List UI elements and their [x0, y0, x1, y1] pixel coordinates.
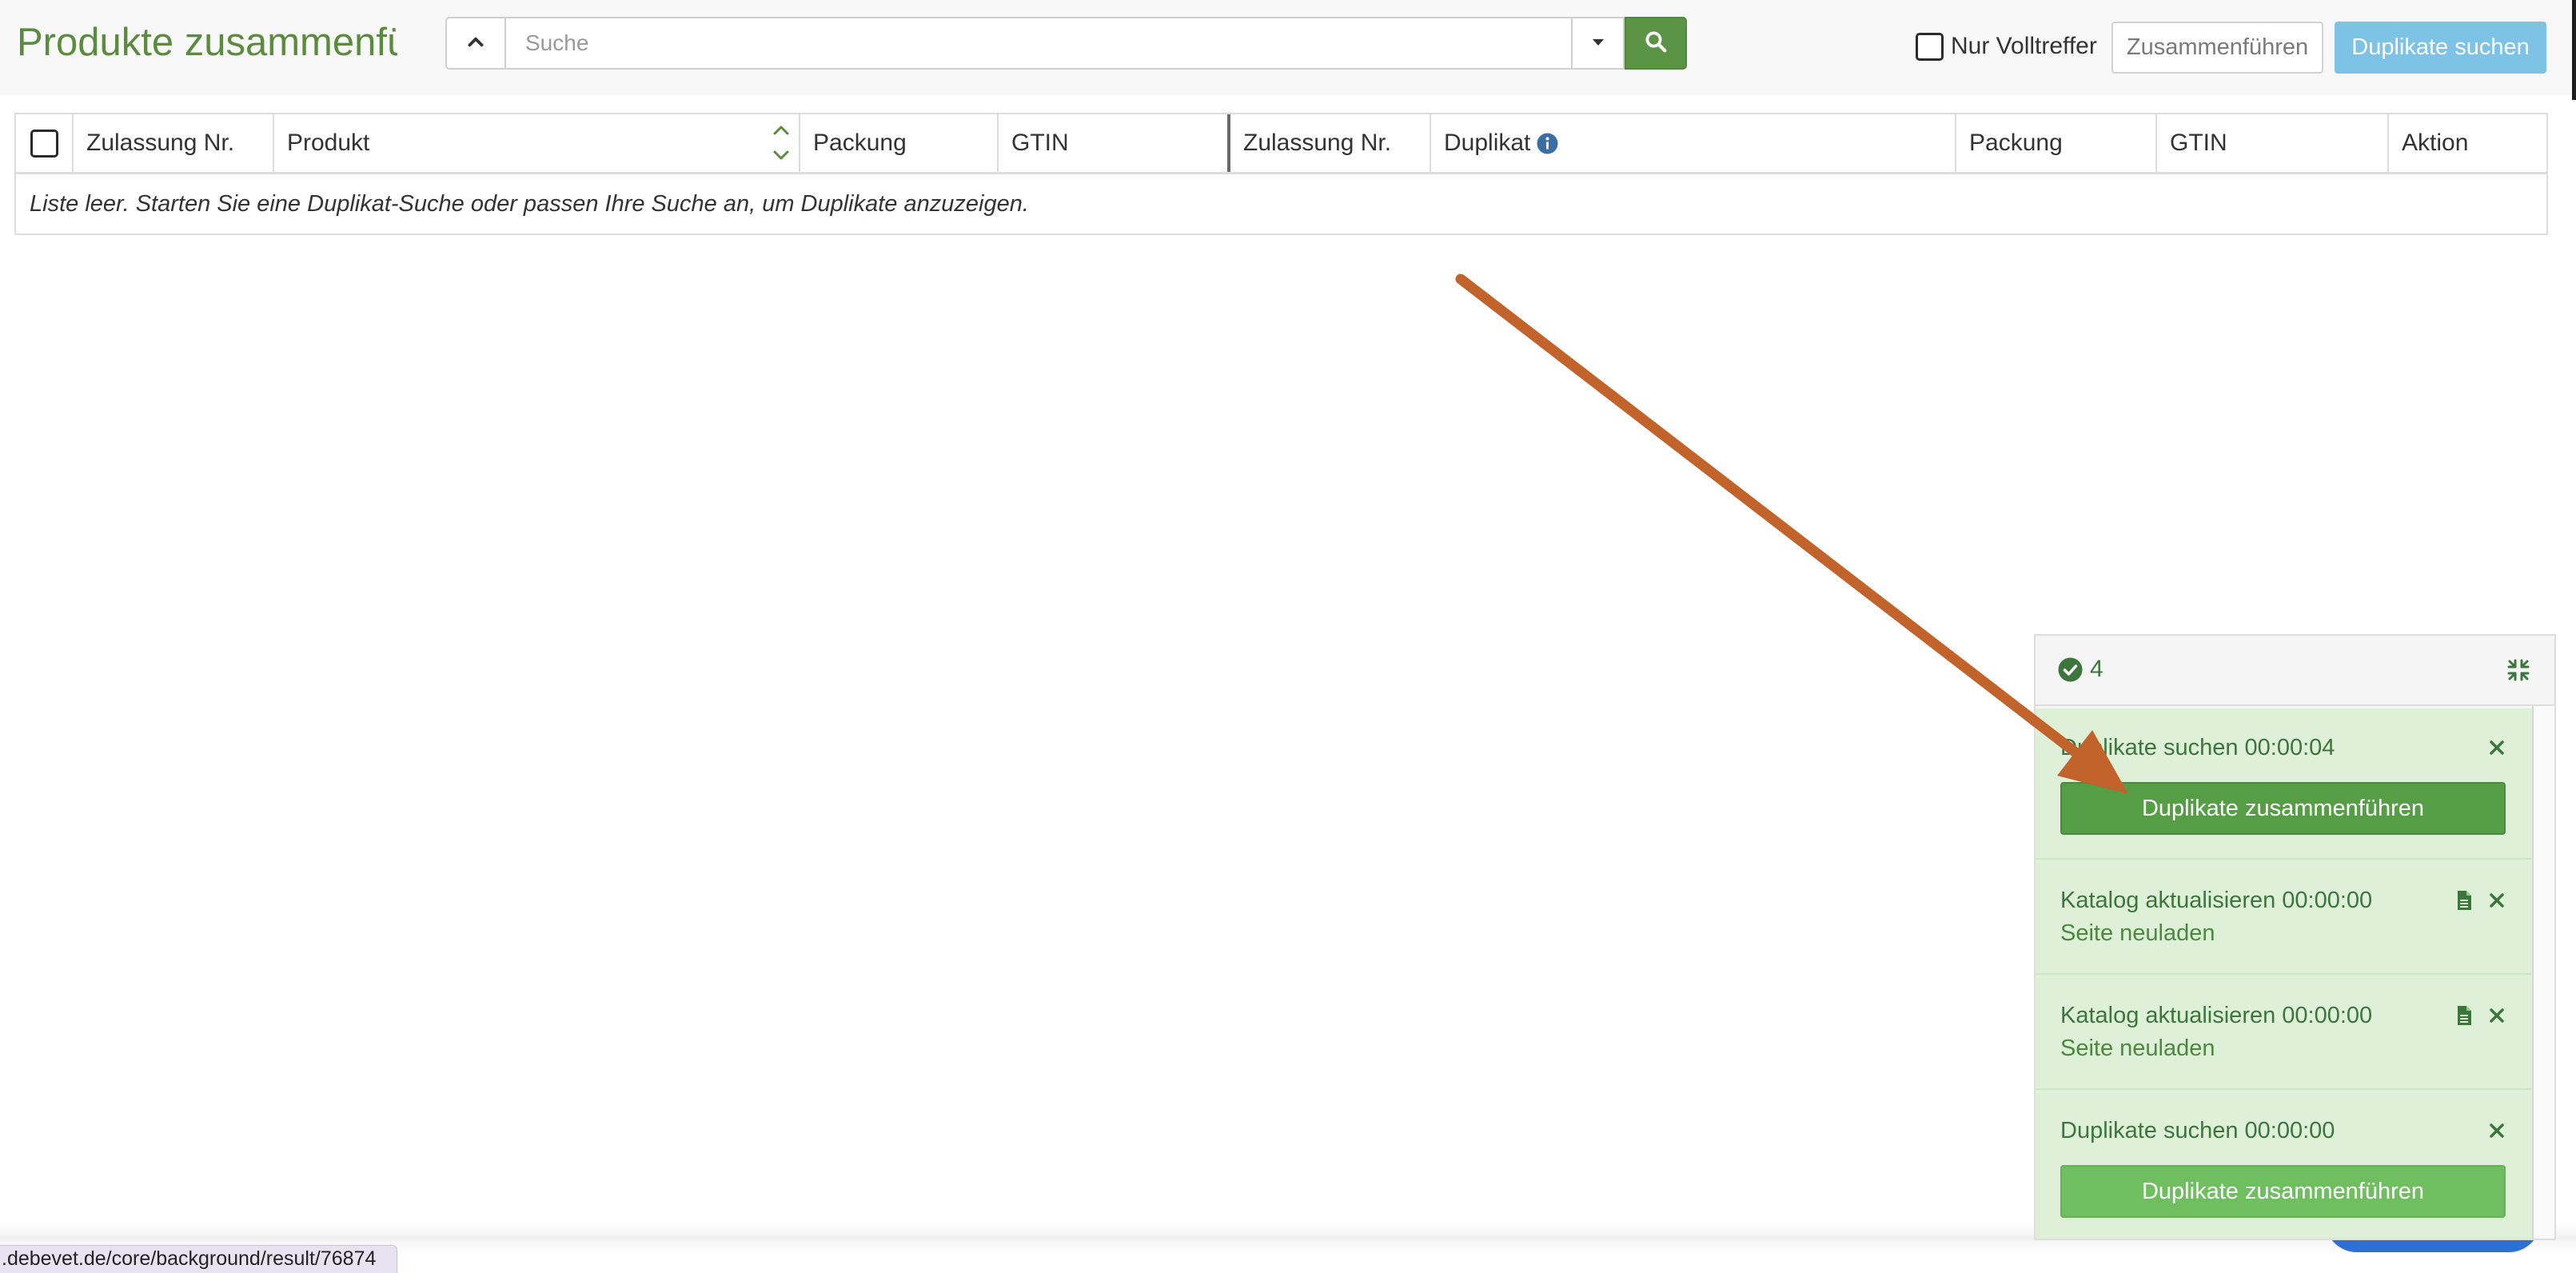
column-header-gtin[interactable]: GTIN [999, 114, 1230, 172]
column-header-approval-number[interactable]: Zulassung Nr. [74, 114, 274, 172]
column-label: Zulassung Nr. [86, 130, 235, 156]
job-title: Katalog aktualisieren 00:00:00 [2060, 1003, 2373, 1028]
column-label: Packung [813, 130, 907, 156]
column-label: Aktion [2402, 130, 2469, 156]
only-exact-checkbox[interactable] [1916, 32, 1944, 61]
merge-duplicates-button[interactable]: Duplikate zusammenführen [2060, 782, 2506, 835]
duplicates-table: Zulassung Nr. Produkt Packung GTIN Zulas… [14, 113, 2548, 235]
column-header-action: Aktion [2389, 114, 2546, 172]
caret-down-icon [1592, 36, 1605, 50]
link-status-bar: .debevet.de/core/background/result/76874 [0, 1245, 397, 1273]
column-label: GTIN [2170, 130, 2227, 156]
check-circle-icon [2058, 657, 2083, 682]
merge-button[interactable]: Zusammenführen [2111, 22, 2323, 74]
sort-icon[interactable] [772, 124, 791, 162]
page-title: Produkte zusammenfü [17, 21, 397, 64]
search-dropdown-button[interactable] [1571, 17, 1625, 70]
jobs-scrollbar[interactable] [2532, 706, 2554, 1239]
column-header-package[interactable]: Packung [800, 114, 999, 172]
compress-icon[interactable] [2506, 658, 2530, 682]
search-input[interactable] [506, 17, 1571, 70]
job-item: Katalog aktualisieren 00:00:00 Seite neu… [2036, 860, 2532, 975]
reload-page-link[interactable]: Seite neuladen [2060, 1032, 2215, 1064]
find-duplicates-button[interactable]: Duplikate suchen [2335, 22, 2546, 74]
job-item: Duplikate suchen 00:00:00 Duplikate zusa… [2036, 1090, 2532, 1239]
close-icon[interactable] [2489, 1123, 2505, 1139]
info-icon[interactable] [1537, 133, 1558, 154]
empty-table-message: Liste leer. Starten Sie eine Duplikat-Su… [30, 190, 1029, 217]
search-bar [445, 17, 1687, 70]
jobs-panel-header: 4 [2036, 636, 2554, 706]
job-item: Katalog aktualisieren 00:00:00 Seite neu… [2036, 975, 2532, 1090]
jobs-panel-body: Duplikate suchen 00:00:04 Duplikate zusa… [2036, 706, 2554, 1239]
jobs-list: Duplikate suchen 00:00:04 Duplikate zusa… [2036, 708, 2532, 1239]
column-header-product[interactable]: Produkt [274, 114, 800, 172]
column-label: GTIN [1011, 130, 1069, 156]
only-exact-toggle[interactable]: Nur Volltreffer [1916, 23, 2097, 70]
background-jobs-panel: 4 Duplikate suchen 00:00:04 Duplikate zu… [2034, 634, 2556, 1240]
select-all-cell [16, 114, 74, 172]
column-label: Packung [1969, 130, 2063, 156]
job-title: Duplikate suchen 00:00:00 [2060, 1118, 2335, 1143]
column-label: Produkt [287, 130, 370, 156]
table-header-row: Zulassung Nr. Produkt Packung GTIN Zulas… [16, 114, 2546, 174]
search-toggle-button[interactable] [445, 17, 506, 70]
reload-page-link[interactable]: Seite neuladen [2060, 917, 2215, 949]
search-icon [1644, 30, 1668, 58]
page-header: Produkte zusammenfü Nur Volltreffer Zusa… [0, 0, 2576, 95]
column-header-duplicate[interactable]: Duplikat [1431, 114, 1956, 172]
search-button[interactable] [1625, 17, 1687, 70]
file-icon[interactable] [2456, 890, 2472, 911]
job-title: Duplikate suchen 00:00:04 [2060, 735, 2335, 760]
chevron-up-icon [465, 31, 486, 56]
close-icon[interactable] [2489, 892, 2505, 908]
column-header-duplicate-package[interactable]: Packung [1956, 114, 2157, 172]
close-icon[interactable] [2489, 1008, 2505, 1024]
column-label: Zulassung Nr. [1243, 130, 1392, 156]
column-header-duplicate-gtin[interactable]: GTIN [2157, 114, 2389, 172]
job-title: Katalog aktualisieren 00:00:00 [2060, 888, 2373, 913]
job-item: Duplikate suchen 00:00:04 Duplikate zusa… [2036, 708, 2532, 860]
close-icon[interactable] [2489, 740, 2505, 756]
only-exact-label[interactable]: Nur Volltreffer [1951, 33, 2097, 60]
jobs-count: 4 [2090, 656, 2103, 682]
window-edge [2572, 0, 2576, 100]
file-icon[interactable] [2456, 1005, 2472, 1026]
column-header-duplicate-approval-number[interactable]: Zulassung Nr. [1230, 114, 1431, 172]
merge-duplicates-button[interactable]: Duplikate zusammenführen [2060, 1165, 2506, 1218]
column-label: Duplikat [1444, 130, 1531, 156]
select-all-checkbox[interactable] [30, 129, 58, 158]
